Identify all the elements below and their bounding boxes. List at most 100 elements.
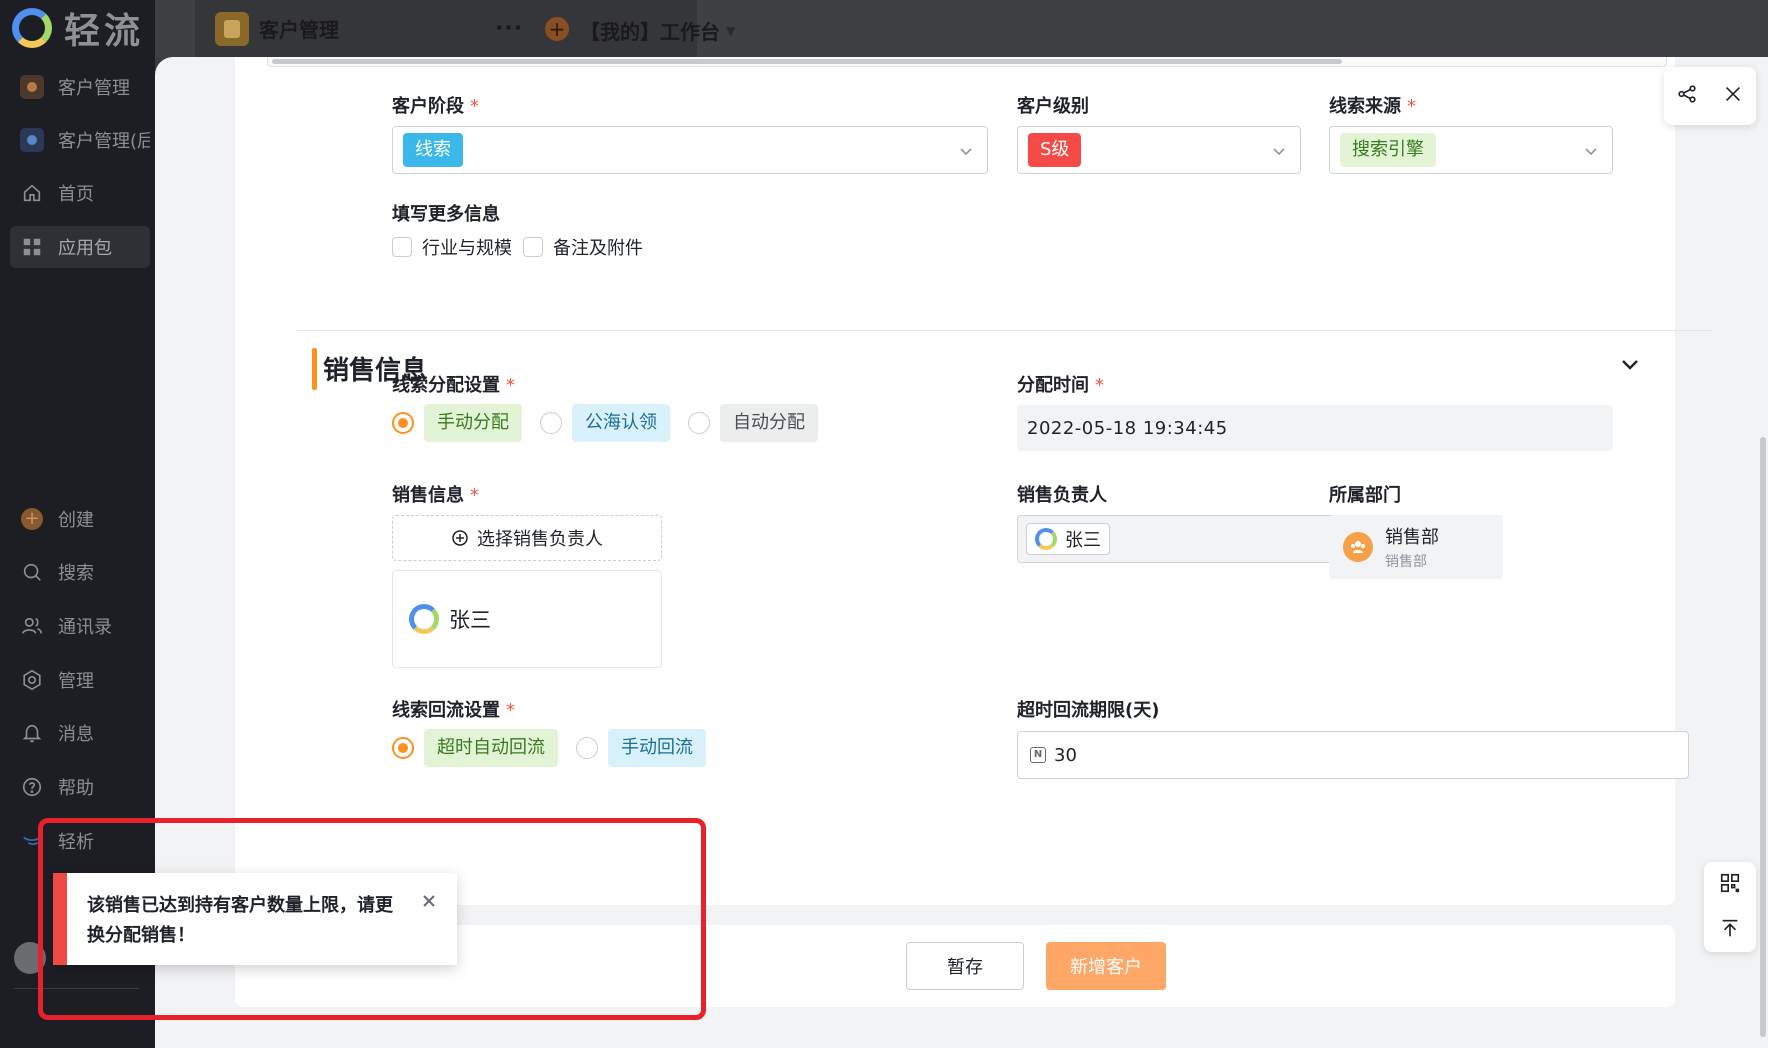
stage-label: 客户阶段 * xyxy=(392,96,479,117)
checkbox-label: 备注及附件 xyxy=(553,238,643,259)
caret-down-icon: ▼ xyxy=(726,23,736,38)
sidebar-item-label: 消息 xyxy=(58,724,94,745)
chevron-down-icon xyxy=(959,143,973,157)
checkbox-industry[interactable]: 行业与规模 xyxy=(392,234,512,260)
sidebar-item-help[interactable]: 帮助 xyxy=(10,766,150,808)
sidebar-item-contacts[interactable]: 通讯录 xyxy=(10,605,150,647)
stage-select[interactable]: 线索 xyxy=(392,126,988,174)
selected-person-card[interactable]: 张三 xyxy=(392,570,662,668)
share-icon[interactable] xyxy=(1676,83,1698,109)
department-icon xyxy=(1343,532,1373,562)
settings-icon xyxy=(20,668,44,692)
more-info-label: 填写更多信息 xyxy=(392,204,500,225)
brand-logo[interactable]: 轻流 xyxy=(12,6,144,52)
option-timeout-reflow[interactable]: 超时自动回流 xyxy=(424,729,558,767)
toast-accent-bar xyxy=(53,873,67,965)
save-draft-button[interactable]: 暂存 xyxy=(906,942,1024,990)
button-label: 选择销售负责人 xyxy=(477,529,603,550)
sales-label: 销售信息 * xyxy=(392,485,479,506)
close-icon[interactable] xyxy=(421,893,437,909)
department-name: 销售部 xyxy=(1385,527,1439,548)
sidebar-item-label: 搜索 xyxy=(58,563,94,584)
toast-message: 该销售已达到持有客户数量上限，请更换分配销售！ xyxy=(87,895,393,946)
option-public-claim[interactable]: 公海认领 xyxy=(572,404,670,442)
option-manual-reflow[interactable]: 手动回流 xyxy=(608,729,706,767)
brand-name: 轻流 xyxy=(64,11,145,52)
checkbox-box[interactable] xyxy=(523,237,543,257)
error-toast: 该销售已达到持有客户数量上限，请更换分配销售！ xyxy=(53,873,457,965)
chevron-down-icon xyxy=(1272,143,1286,157)
sidebar-item-create[interactable]: + 创建 xyxy=(10,498,150,540)
owner-label: 销售负责人 xyxy=(1017,485,1107,506)
more-icon[interactable]: ··· xyxy=(495,16,523,41)
top-tab-bar: 客户管理 ··· + 【我的】工作台 ▼ xyxy=(155,0,1768,57)
vertical-scrollbar[interactable] xyxy=(1760,437,1766,1037)
sidebar-item-label: 应用包 xyxy=(58,238,112,259)
assign-radio-group: 手动分配 公海认领 自动分配 xyxy=(392,404,836,442)
sidebar-item-label: 通讯录 xyxy=(58,617,112,638)
option-manual-assign[interactable]: 手动分配 xyxy=(424,404,522,442)
collapse-chevron-icon[interactable] xyxy=(1619,353,1645,379)
analytics-icon xyxy=(20,829,44,853)
checkbox-notes[interactable]: 备注及附件 xyxy=(523,234,643,260)
stage-tag: 线索 xyxy=(403,133,463,167)
department-card: 销售部 销售部 xyxy=(1329,515,1503,579)
radio-public-claim[interactable] xyxy=(540,412,562,434)
sidebar-item-label: 创建 xyxy=(58,510,94,531)
sidebar-item-label: 首页 xyxy=(58,184,94,205)
radio-manual-reflow[interactable] xyxy=(576,737,598,759)
tab-label: 客户管理 xyxy=(259,18,339,42)
radio-manual-assign[interactable] xyxy=(392,412,414,434)
option-auto-assign[interactable]: 自动分配 xyxy=(720,404,818,442)
sidebar-item-customer-mgmt[interactable]: 客户管理 xyxy=(10,66,150,108)
sidebar-item-analytics[interactable]: 轻析 xyxy=(10,820,150,862)
tab-workbench[interactable]: 【我的】工作台 ▼ xyxy=(580,16,735,45)
timeout-days-input[interactable]: N 30 xyxy=(1017,731,1689,779)
sidebar-item-home[interactable]: 首页 xyxy=(10,172,150,214)
plus-icon: + xyxy=(20,507,44,531)
sidebar-item-apps[interactable]: 应用包 xyxy=(10,226,150,268)
source-tag: 搜索引擎 xyxy=(1340,133,1436,167)
checkbox-label: 行业与规模 xyxy=(422,238,512,259)
timeout-value: 30 xyxy=(1054,744,1077,766)
reflow-radio-group: 超时自动回流 手动回流 xyxy=(392,729,724,767)
app-icon xyxy=(20,75,44,99)
source-select[interactable]: 搜索引擎 xyxy=(1329,126,1613,174)
add-customer-button[interactable]: 新增客户 xyxy=(1046,942,1166,990)
close-icon[interactable] xyxy=(1722,83,1744,109)
horizontal-scrollbar[interactable] xyxy=(267,57,1667,67)
level-select[interactable]: S级 xyxy=(1017,126,1301,174)
number-icon: N xyxy=(1030,747,1046,763)
app-icon xyxy=(20,128,44,152)
sidebar-item-search[interactable]: 搜索 xyxy=(10,551,150,593)
section-accent-bar xyxy=(312,348,317,390)
level-label: 客户级别 xyxy=(1017,96,1089,117)
app-icon xyxy=(215,11,249,46)
person-name: 张三 xyxy=(449,608,491,632)
department-label: 所属部门 xyxy=(1329,485,1401,506)
modal-actions xyxy=(1664,67,1756,125)
help-icon xyxy=(20,775,44,799)
checkbox-box[interactable] xyxy=(392,237,412,257)
reflow-label: 线索回流设置 * xyxy=(392,700,515,721)
qrcode-icon[interactable] xyxy=(1719,872,1741,898)
sidebar-item-manage[interactable]: 管理 xyxy=(10,659,150,701)
select-sales-owner-button[interactable]: 选择销售负责人 xyxy=(392,515,662,561)
home-icon xyxy=(20,181,44,205)
sidebar-item-label: 帮助 xyxy=(58,778,94,799)
sidebar-item-label: 轻析 xyxy=(58,832,94,853)
timeout-label: 超时回流期限(天) xyxy=(1017,700,1160,721)
form-card: 客户阶段 * 线索 客户级别 S级 线索来源 * 搜索引擎 填写更多信息 行业与规模… xyxy=(235,57,1712,905)
add-icon[interactable]: + xyxy=(545,16,569,41)
sidebar-item-customer-mgmt-backend[interactable]: 客户管理(后 xyxy=(10,119,150,161)
source-label: 线索来源 * xyxy=(1329,96,1416,117)
user-avatar[interactable] xyxy=(14,942,46,974)
radio-timeout-reflow[interactable] xyxy=(392,737,414,759)
avatar xyxy=(1035,528,1057,550)
sidebar-item-messages[interactable]: 消息 xyxy=(10,712,150,754)
radio-auto-assign[interactable] xyxy=(688,412,710,434)
section-divider xyxy=(297,330,1712,331)
back-to-top-icon[interactable] xyxy=(1719,917,1741,943)
level-tag: S级 xyxy=(1028,133,1082,167)
assign-time-field: 2022-05-18 19:34:45 xyxy=(1017,405,1613,451)
